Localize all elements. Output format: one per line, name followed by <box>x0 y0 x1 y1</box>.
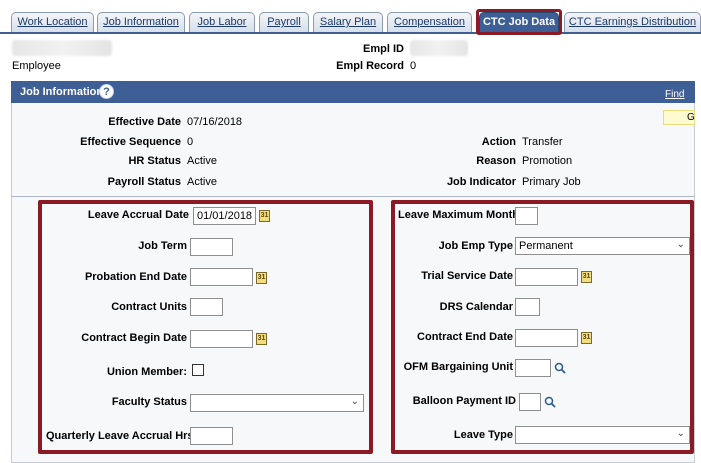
leave-type-label: Leave Type <box>453 429 513 441</box>
empl-record-value: 0 <box>410 60 417 72</box>
tab-work-location[interactable]: Work Location <box>11 12 94 32</box>
empl-id-redacted <box>410 40 468 56</box>
probation-end-date-input[interactable] <box>190 268 253 286</box>
job-emp-type-value: Permanent <box>519 240 573 252</box>
calendar-icon[interactable]: 31 <box>581 332 592 344</box>
empl-record-label: Empl Record <box>336 60 404 72</box>
job-term-label: Job Term <box>138 240 187 252</box>
leave-accrual-date-input[interactable]: 01/01/2018 <box>193 207 256 225</box>
magnifier-icon[interactable] <box>554 362 566 374</box>
magnifier-icon[interactable] <box>544 396 556 408</box>
effective-date-value: 07/16/2018 <box>187 116 243 128</box>
hr-status-value: Active <box>187 155 217 167</box>
job-indicator-label: Job Indicator <box>446 176 516 188</box>
faculty-status-label: Faculty Status <box>111 396 187 408</box>
calendar-icon[interactable]: 31 <box>259 210 270 222</box>
quarterly-leave-input[interactable] <box>190 427 233 445</box>
drs-calendar-input[interactable] <box>515 298 540 316</box>
ofm-bargaining-unit-label: OFM Bargaining Unit <box>403 361 513 373</box>
chevron-down-icon: ⌄ <box>676 239 685 250</box>
go-button[interactable]: G <box>663 110 695 125</box>
leave-accrual-date-label: Leave Accrual Date <box>87 209 189 221</box>
leave-type-select[interactable]: ⌄ <box>515 426 690 444</box>
tab-compensation[interactable]: Compensation <box>387 12 472 32</box>
help-icon[interactable]: ? <box>99 84 114 99</box>
calendar-icon[interactable]: 31 <box>256 272 267 284</box>
tab-underline <box>0 32 701 34</box>
calendar-icon[interactable]: 31 <box>256 333 267 345</box>
effective-date-label: Effective Date <box>108 116 181 128</box>
job-term-input[interactable] <box>190 238 233 256</box>
payroll-status-label: Payroll Status <box>107 176 181 188</box>
employee-label: Employee <box>12 60 61 72</box>
contract-begin-date-input[interactable] <box>190 330 253 348</box>
empl-id-label: Empl ID <box>363 43 404 55</box>
section-divider <box>11 196 695 197</box>
tab-salary-plan[interactable]: Salary Plan <box>313 12 383 32</box>
contract-units-input[interactable] <box>190 298 223 316</box>
chevron-down-icon: ⌄ <box>676 428 685 439</box>
active-tab-highlight <box>476 9 562 35</box>
tab-bar: Work Location Job Information Job Labor … <box>0 0 701 35</box>
action-value: Transfer <box>522 136 563 148</box>
leave-max-month-input[interactable] <box>515 207 538 225</box>
hr-status-label: HR Status <box>128 155 181 167</box>
tab-job-labor[interactable]: Job Labor <box>189 12 255 32</box>
union-member-label: Union Member: <box>106 366 187 378</box>
job-emp-type-label: Job Emp Type <box>438 240 513 252</box>
reason-value: Promotion <box>522 155 573 167</box>
job-indicator-value: Primary Job <box>522 176 581 188</box>
action-label: Action <box>481 136 516 148</box>
drs-calendar-label: DRS Calendar <box>439 301 513 313</box>
section-title: Job Information <box>20 86 104 98</box>
job-emp-type-select[interactable]: Permanent ⌄ <box>515 237 690 255</box>
find-link[interactable]: Find <box>665 89 684 100</box>
balloon-payment-id-input[interactable] <box>519 393 541 411</box>
probation-end-date-label: Probation End Date <box>84 271 187 283</box>
trial-service-date-input[interactable] <box>515 268 578 286</box>
effective-sequence-value: 0 <box>187 136 194 148</box>
calendar-icon[interactable]: 31 <box>581 271 592 283</box>
contract-begin-date-label: Contract Begin Date <box>81 332 187 344</box>
contract-end-date-label: Contract End Date <box>417 331 513 343</box>
union-member-checkbox[interactable] <box>192 364 204 376</box>
contract-end-date-input[interactable] <box>515 329 578 347</box>
tab-job-information[interactable]: Job Information <box>97 12 185 32</box>
faculty-status-select[interactable]: ⌄ <box>190 394 364 412</box>
reason-label: Reason <box>476 155 516 167</box>
chevron-down-icon: ⌄ <box>350 396 359 407</box>
employee-name-redacted <box>12 40 112 56</box>
effective-sequence-label: Effective Sequence <box>80 136 181 148</box>
tab-payroll[interactable]: Payroll <box>259 12 309 32</box>
tab-ctc-earnings-distribution[interactable]: CTC Earnings Distribution <box>564 12 701 32</box>
balloon-payment-id-label: Balloon Payment ID <box>412 395 516 407</box>
quarterly-leave-label: Quarterly Leave Accrual Hrs <box>46 430 194 442</box>
contract-units-label: Contract Units <box>111 301 187 313</box>
payroll-status-value: Active <box>187 176 217 188</box>
leave-max-month-label: Leave Maximum Month <box>398 209 520 221</box>
ofm-bargaining-unit-input[interactable] <box>515 359 551 377</box>
trial-service-date-label: Trial Service Date <box>421 270 513 282</box>
